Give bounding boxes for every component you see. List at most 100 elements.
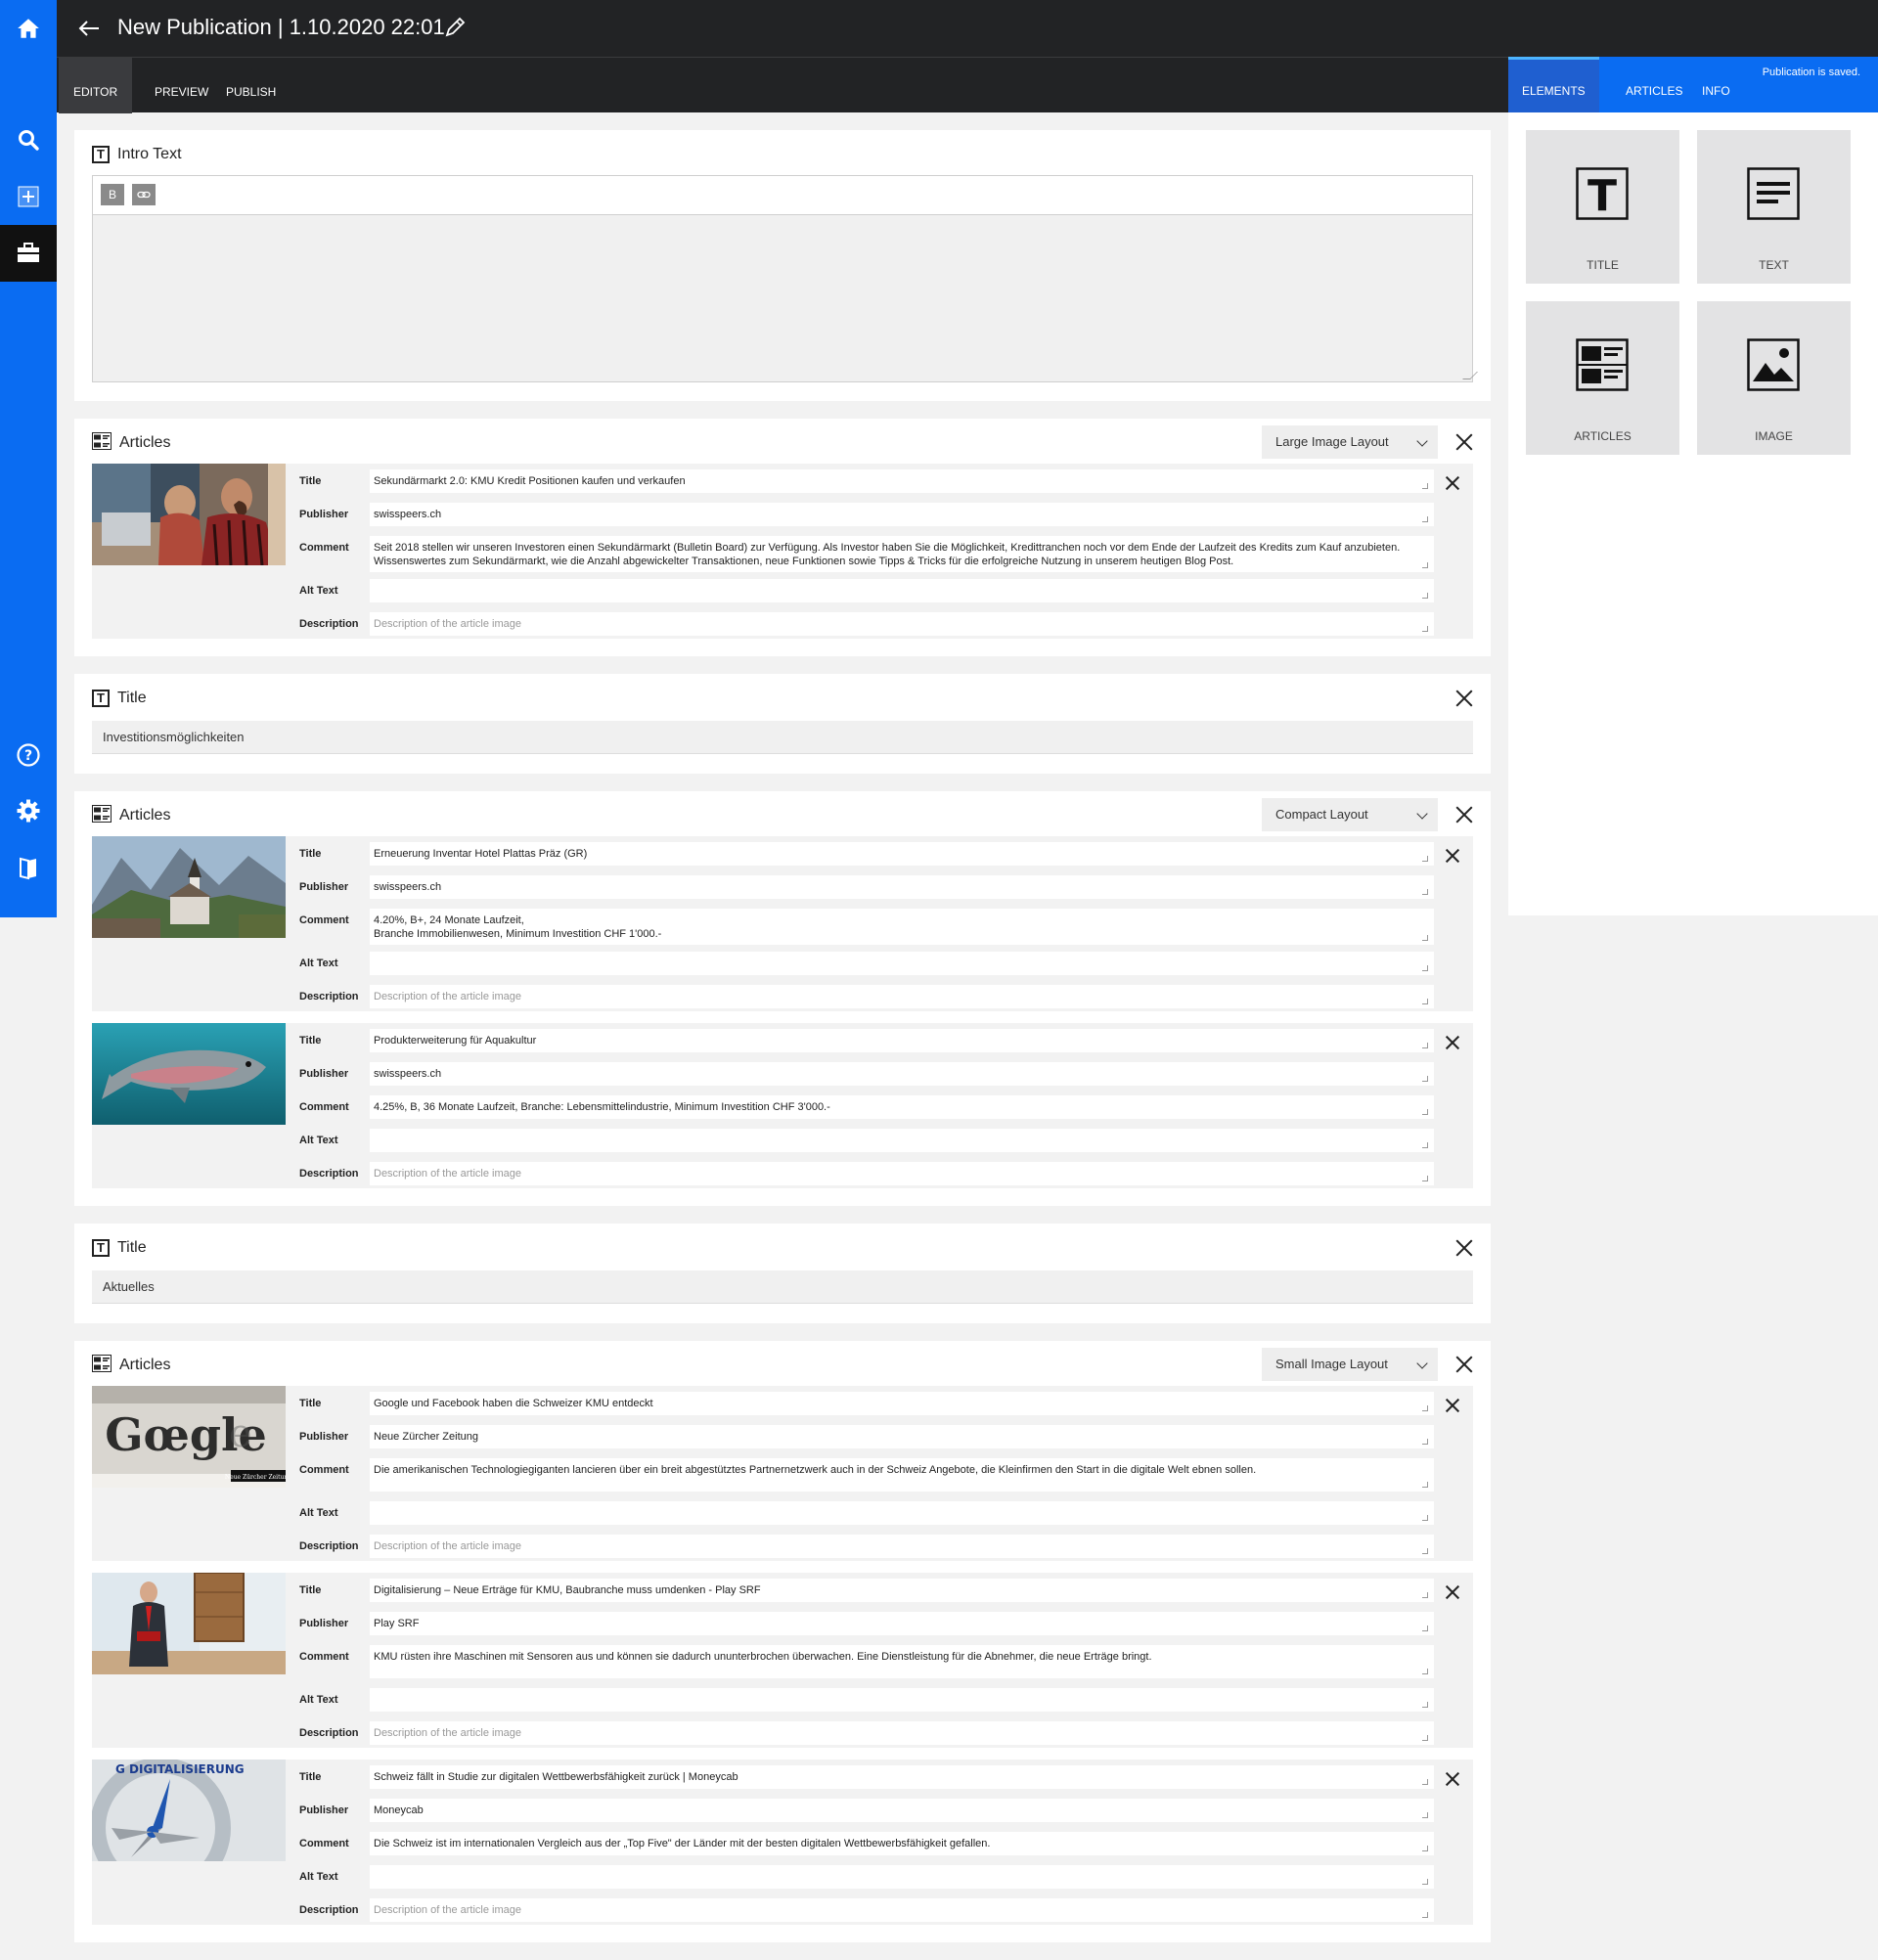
resize-handle[interactable]: [1422, 1076, 1428, 1082]
description-field[interactable]: Description of the article image: [370, 1898, 1434, 1922]
field-row-alt: Alt Text: [299, 579, 1434, 604]
layout-select[interactable]: Small Image Layout: [1262, 1348, 1438, 1381]
edit-pencil-icon[interactable]: [443, 16, 467, 44]
title-field[interactable]: Produkterweiterung für Aquakultur: [370, 1029, 1434, 1052]
resize-handle[interactable]: [1422, 889, 1428, 895]
resize-handle[interactable]: [1422, 1879, 1428, 1885]
comment-field[interactable]: Die amerikanischen Technologiegiganten l…: [370, 1458, 1434, 1492]
comment-field[interactable]: KMU rüsten ihre Maschinen mit Sensoren a…: [370, 1645, 1434, 1678]
resize-handle[interactable]: [1422, 1109, 1428, 1115]
resize-handle[interactable]: [1462, 372, 1478, 379]
tab-info[interactable]: INFO: [1688, 57, 1744, 112]
publisher-field[interactable]: Moneycab: [370, 1799, 1434, 1822]
resize-handle[interactable]: [1422, 1043, 1428, 1048]
publisher-field[interactable]: swisspeers.ch: [370, 503, 1434, 526]
resize-handle[interactable]: [1422, 1176, 1428, 1181]
description-field[interactable]: Description of the article image: [370, 985, 1434, 1008]
help-icon[interactable]: ?: [0, 727, 57, 783]
publisher-field[interactable]: Neue Zürcher Zeitung: [370, 1425, 1434, 1448]
comment-field[interactable]: 4.20%, B+, 24 Monate Laufzeit, Branche I…: [370, 909, 1434, 945]
book-icon[interactable]: [0, 839, 57, 896]
remove-block-button[interactable]: [1455, 1239, 1473, 1257]
search-icon[interactable]: [0, 111, 57, 168]
remove-article-button[interactable]: [1446, 1036, 1459, 1049]
alt-field[interactable]: [370, 952, 1434, 975]
remove-block-button[interactable]: [1455, 806, 1473, 824]
resize-handle[interactable]: [1422, 1626, 1428, 1631]
resize-handle[interactable]: [1422, 516, 1428, 522]
resize-handle[interactable]: [1422, 1779, 1428, 1785]
resize-handle[interactable]: [1422, 626, 1428, 632]
tab-publish[interactable]: PUBLISH: [211, 58, 291, 113]
resize-handle[interactable]: [1422, 1702, 1428, 1708]
description-field[interactable]: Description of the article image: [370, 1162, 1434, 1185]
description-field[interactable]: Description of the article image: [370, 612, 1434, 636]
publisher-field[interactable]: Play SRF: [370, 1612, 1434, 1635]
title-field[interactable]: Digitalisierung – Neue Erträge für KMU, …: [370, 1579, 1434, 1602]
briefcase-icon[interactable]: [0, 225, 57, 282]
resize-handle[interactable]: [1422, 1912, 1428, 1918]
alt-field[interactable]: [370, 1688, 1434, 1712]
resize-handle[interactable]: [1422, 999, 1428, 1004]
resize-handle[interactable]: [1422, 1482, 1428, 1488]
resize-handle[interactable]: [1422, 562, 1428, 568]
remove-article-button[interactable]: [1446, 1772, 1459, 1786]
gear-icon[interactable]: [0, 782, 57, 839]
resize-handle[interactable]: [1422, 935, 1428, 941]
resize-handle[interactable]: [1422, 1846, 1428, 1851]
title-field[interactable]: Google und Facebook haben die Schweizer …: [370, 1392, 1434, 1415]
tab-articles[interactable]: ARTICLES: [1612, 57, 1696, 112]
element-tile-articles[interactable]: ARTICLES: [1526, 301, 1679, 455]
resize-handle[interactable]: [1422, 856, 1428, 862]
publisher-field[interactable]: swisspeers.ch: [370, 875, 1434, 899]
element-tile-text[interactable]: TEXT: [1697, 130, 1851, 284]
resize-handle[interactable]: [1422, 1142, 1428, 1148]
resize-handle[interactable]: [1422, 1735, 1428, 1741]
alt-field[interactable]: [370, 1129, 1434, 1152]
resize-handle[interactable]: [1422, 1548, 1428, 1554]
remove-article-button[interactable]: [1446, 476, 1459, 490]
element-tile-title[interactable]: T TITLE: [1526, 130, 1679, 284]
resize-handle[interactable]: [1422, 965, 1428, 971]
add-icon[interactable]: [0, 168, 57, 225]
alt-field[interactable]: [370, 1501, 1434, 1525]
title-field[interactable]: Sekundärmarkt 2.0: KMU Kredit Positionen…: [370, 469, 1434, 493]
remove-article-button[interactable]: [1446, 849, 1459, 863]
intro-text-editor[interactable]: B: [92, 175, 1478, 382]
description-field[interactable]: Description of the article image: [370, 1535, 1434, 1558]
resize-handle[interactable]: [1422, 1812, 1428, 1818]
link-button[interactable]: [132, 184, 156, 205]
comment-field[interactable]: 4.25%, B, 36 Monate Laufzeit, Branche: L…: [370, 1095, 1434, 1119]
comment-field[interactable]: Seit 2018 stellen wir unseren Investoren…: [370, 536, 1434, 572]
resize-handle[interactable]: [1422, 1405, 1428, 1411]
tab-editor[interactable]: EDITOR: [59, 58, 133, 113]
resize-handle[interactable]: [1422, 593, 1428, 599]
field-row-title: Title Schweiz fällt in Studie zur digital…: [299, 1765, 1434, 1791]
publisher-field[interactable]: swisspeers.ch: [370, 1062, 1434, 1086]
back-arrow-icon[interactable]: [76, 16, 102, 41]
layout-select[interactable]: Compact Layout: [1262, 798, 1438, 831]
resize-handle[interactable]: [1422, 1592, 1428, 1598]
remove-block-button[interactable]: [1455, 690, 1473, 707]
element-tile-image[interactable]: IMAGE: [1697, 301, 1851, 455]
title-field[interactable]: Erneuerung Inventar Hotel Plattas Präz (…: [370, 842, 1434, 866]
remove-article-button[interactable]: [1446, 1399, 1459, 1412]
bold-button[interactable]: B: [101, 184, 124, 205]
title-field[interactable]: Schweiz fällt in Studie zur digitalen We…: [370, 1765, 1434, 1789]
home-icon[interactable]: [0, 0, 57, 57]
remove-block-button[interactable]: [1455, 1356, 1473, 1373]
resize-handle[interactable]: [1422, 1669, 1428, 1674]
tab-elements[interactable]: ELEMENTS: [1508, 57, 1599, 112]
description-field[interactable]: Description of the article image: [370, 1721, 1434, 1745]
alt-field[interactable]: [370, 579, 1434, 602]
resize-handle[interactable]: [1422, 1439, 1428, 1445]
layout-select[interactable]: Large Image Layout: [1262, 425, 1438, 459]
resize-handle[interactable]: [1422, 483, 1428, 489]
title-input[interactable]: Aktuelles: [92, 1270, 1473, 1304]
alt-field[interactable]: [370, 1865, 1434, 1889]
resize-handle[interactable]: [1422, 1515, 1428, 1521]
title-input[interactable]: Investitionsmöglichkeiten: [92, 721, 1473, 754]
comment-field[interactable]: Die Schweiz ist im internationalen Vergl…: [370, 1832, 1434, 1855]
remove-article-button[interactable]: [1446, 1585, 1459, 1599]
remove-block-button[interactable]: [1455, 433, 1473, 451]
